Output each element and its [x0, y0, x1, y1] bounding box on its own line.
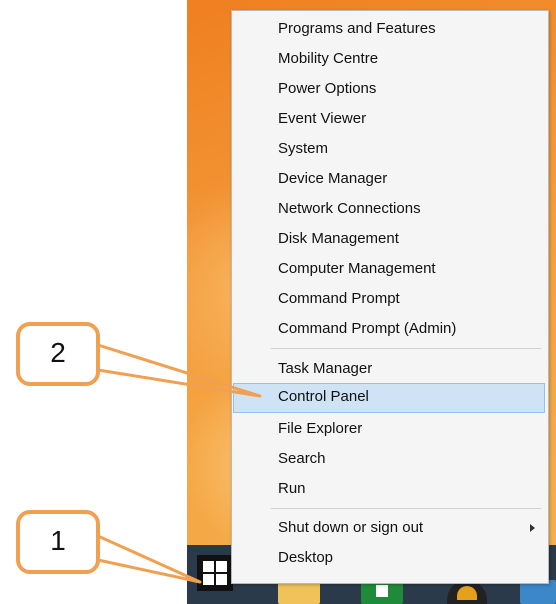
menu-item-power-options[interactable]: Power Options: [233, 75, 545, 103]
menu-item-label: Task Manager: [278, 360, 373, 377]
menu-item-disk-management[interactable]: Disk Management: [233, 225, 545, 253]
menu-item-label: Power Options: [278, 80, 377, 97]
menu-item-label: Run: [278, 480, 306, 497]
menu-item-event-viewer[interactable]: Event Viewer: [233, 105, 545, 133]
annotation-callout-1: 1: [16, 510, 100, 574]
menu-item-desktop[interactable]: Desktop: [233, 544, 545, 572]
menu-item-label: Desktop: [278, 549, 334, 566]
annotation-callout-2: 2: [16, 322, 100, 386]
menu-item-label: System: [278, 140, 329, 157]
annotation-number: 1: [50, 525, 66, 556]
menu-item-network-connections[interactable]: Network Connections: [233, 195, 545, 223]
menu-item-file-explorer[interactable]: File Explorer: [233, 415, 545, 443]
menu-item-label: Command Prompt: [278, 290, 400, 307]
menu-item-label: Network Connections: [278, 200, 421, 217]
menu-item-command-prompt-admin[interactable]: Command Prompt (Admin): [233, 315, 545, 343]
menu-item-label: Computer Management: [278, 260, 436, 277]
menu-item-device-manager[interactable]: Device Manager: [233, 165, 545, 193]
menu-item-label: Mobility Centre: [278, 50, 379, 67]
menu-item-label: Programs and Features: [278, 20, 436, 37]
menu-item-label: Search: [278, 450, 326, 467]
menu-item-label: File Explorer: [278, 420, 363, 437]
windows-start-icon: [203, 561, 227, 585]
menu-item-control-panel[interactable]: Control Panel: [233, 383, 545, 413]
menu-item-task-manager[interactable]: Task Manager: [233, 355, 545, 383]
start-button[interactable]: [197, 555, 233, 591]
menu-item-label: Disk Management: [278, 230, 399, 247]
submenu-arrow-icon: [530, 524, 535, 532]
menu-item-computer-management[interactable]: Computer Management: [233, 255, 545, 283]
menu-item-label: Device Manager: [278, 170, 388, 187]
menu-item-shut-down-or-sign-out[interactable]: Shut down or sign out: [233, 514, 545, 542]
menu-separator: [271, 348, 541, 349]
menu-item-label: Control Panel: [278, 388, 369, 405]
menu-item-system[interactable]: System: [233, 135, 545, 163]
menu-item-command-prompt[interactable]: Command Prompt: [233, 285, 545, 313]
menu-item-label: Command Prompt (Admin): [278, 320, 457, 337]
menu-item-programs-and-features[interactable]: Programs and Features: [233, 15, 545, 43]
menu-item-label: Shut down or sign out: [278, 519, 424, 536]
annotation-number: 2: [50, 337, 66, 368]
power-user-menu: Programs and Features Mobility Centre Po…: [231, 10, 549, 584]
menu-item-mobility-centre[interactable]: Mobility Centre: [233, 45, 545, 73]
menu-separator: [271, 508, 541, 509]
menu-item-run[interactable]: Run: [233, 475, 545, 503]
menu-item-label: Event Viewer: [278, 110, 367, 127]
menu-item-search[interactable]: Search: [233, 445, 545, 473]
